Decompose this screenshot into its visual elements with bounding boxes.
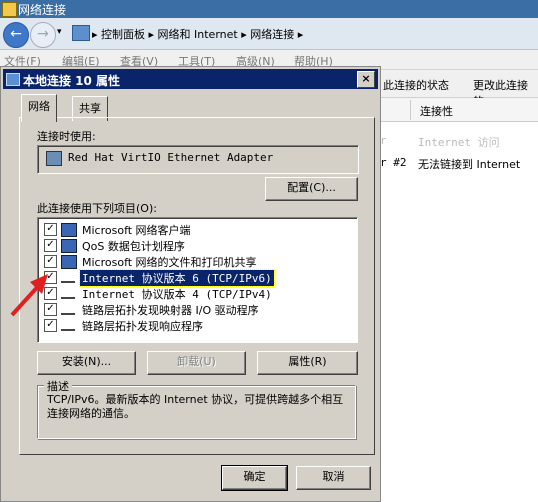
configure-button[interactable]: 配置(C)...: [265, 177, 358, 201]
column-separator[interactable]: [410, 100, 411, 120]
description-legend: 描述: [44, 378, 72, 394]
protocol-icon: [61, 275, 75, 283]
list-item[interactable]: ✓ 链路层拓扑发现响应程序: [42, 317, 342, 333]
file-share-icon: [61, 255, 77, 269]
qos-icon: [61, 239, 77, 253]
protocol-icon: [61, 323, 75, 331]
cancel-button[interactable]: 取消: [296, 466, 371, 490]
list-item[interactable]: ✓ Microsoft 网络客户端: [42, 221, 342, 237]
connectivity-status: Internet 访问: [418, 136, 500, 149]
checkbox[interactable]: ✓: [44, 303, 57, 316]
adapter-name: Red Hat VirtIO Ethernet Adapter: [68, 151, 274, 164]
list-item-selected[interactable]: ✓ Internet 协议版本 6 (TCP/IPv6): [42, 269, 342, 287]
list-item[interactable]: ✓ 链路层拓扑发现映射器 I/O 驱动程序: [42, 301, 342, 317]
close-button[interactable]: ×: [357, 71, 375, 88]
forward-button[interactable]: →: [30, 22, 56, 48]
tab-networking[interactable]: 网络: [21, 94, 57, 122]
list-item[interactable]: ✓ Microsoft 网络的文件和打印机共享: [42, 253, 342, 269]
checkbox[interactable]: ✓: [44, 319, 57, 332]
checkbox[interactable]: ✓: [44, 255, 57, 268]
network-folder-icon: [2, 2, 17, 17]
ok-button[interactable]: 确定: [221, 465, 288, 491]
connectivity-column-header[interactable]: 连接性: [420, 103, 453, 119]
column-header[interactable]: 连接性: [380, 98, 538, 122]
network-adapter-icon: [46, 151, 62, 166]
description-text: TCP/IPv6。最新版本的 Internet 协议，可提供跨越多个相互连接网络…: [47, 393, 344, 420]
table-row[interactable]: r #2 无法链接到 Internet: [380, 154, 538, 172]
uninstall-button[interactable]: 卸载(U): [147, 351, 246, 375]
install-button[interactable]: 安装(N)...: [37, 351, 136, 375]
checkbox[interactable]: ✓: [44, 287, 57, 300]
connectivity-status: 无法链接到 Internet: [418, 158, 521, 171]
recent-pages-chevron-icon[interactable]: ▾: [57, 27, 62, 37]
breadcrumb[interactable]: ▸ 控制面板 ▸ 网络和 Internet ▸ 网络连接 ▸: [92, 26, 303, 42]
protocol-icon: [61, 291, 75, 299]
list-item[interactable]: ✓ QoS 数据包计划程序: [42, 237, 342, 253]
table-row[interactable]: r Internet 访问: [380, 132, 538, 150]
connection-icon: [6, 73, 20, 86]
checkbox[interactable]: ✓: [44, 271, 57, 284]
control-panel-icon: [72, 25, 90, 41]
address-bar: ← → ▾ ▸ 控制面板 ▸ 网络和 Internet ▸ 网络连接 ▸: [0, 18, 538, 50]
explorer-title: 网络连接: [18, 3, 67, 17]
checkbox[interactable]: ✓: [44, 223, 57, 236]
view-status-button[interactable]: 此连接的状态: [383, 77, 449, 93]
properties-button[interactable]: 属性(R): [257, 351, 358, 375]
protocol-icon: [61, 307, 75, 315]
explorer-title-bar: 网络连接: [0, 0, 538, 18]
dialog-title-bar[interactable]: 本地连接 10 属性 ×: [3, 69, 378, 89]
items-label: 此连接使用下列项目(O):: [37, 202, 157, 215]
dialog-title: 本地连接 10 属性: [23, 74, 121, 88]
components-list[interactable]: ✓ Microsoft 网络客户端 ✓ QoS 数据包计划程序 ✓ Micros…: [37, 217, 358, 343]
checkbox[interactable]: ✓: [44, 239, 57, 252]
list-item[interactable]: ✓ Internet 协议版本 4 (TCP/IPv4): [42, 285, 342, 301]
connections-list: r Internet 访问 r #2 无法链接到 Internet: [380, 122, 538, 502]
network-client-icon: [61, 223, 77, 237]
connect-using-label: 连接时使用:: [37, 130, 96, 143]
adapter-field: Red Hat VirtIO Ethernet Adapter: [37, 145, 359, 174]
back-button[interactable]: ←: [3, 22, 29, 48]
